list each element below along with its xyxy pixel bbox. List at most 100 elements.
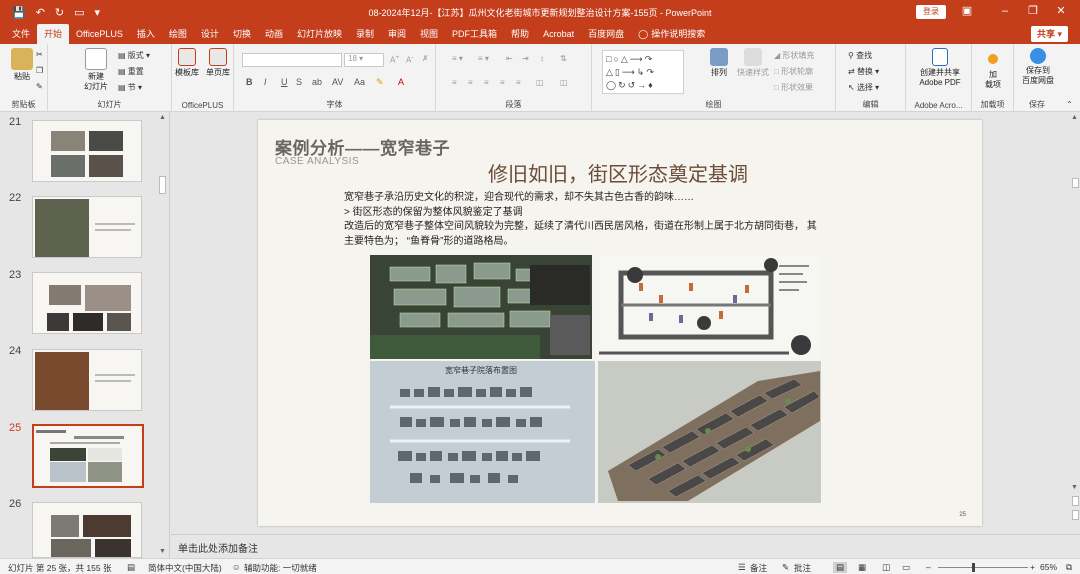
italic-icon[interactable]: I [264,77,267,87]
cut-icon[interactable]: ✂ [36,50,43,59]
slide-subtitle[interactable]: CASE ANALYSIS [275,156,359,167]
zoom-out-icon[interactable]: – [926,562,931,572]
columns-icon[interactable]: ◫ [536,78,544,87]
font-size-select[interactable]: 18 ▾ [344,53,384,67]
street-plan-diagram[interactable] [599,255,821,359]
decrease-indent-icon[interactable]: ⇤ [506,54,513,63]
tab-insert[interactable]: 插入 [130,24,162,44]
strikethrough-icon[interactable]: ab [312,77,322,87]
accessibility-status[interactable]: 辅助功能: 一切就绪 [244,562,317,574]
clear-format-icon[interactable]: ✗ [422,54,429,63]
slide-thumbnail-26[interactable] [32,502,142,558]
justify-icon[interactable]: ≡ [500,78,505,87]
layout-button[interactable]: ▤ 版式 ▾ [118,50,150,61]
notes-toggle[interactable]: 备注 [750,562,767,574]
minimize-icon[interactable]: – [990,0,1020,24]
slide-thumbnail-23[interactable] [32,272,142,334]
editor-scroll-thumb[interactable] [1072,178,1079,188]
editor-scroll-down-icon[interactable]: ▼ [1071,484,1078,491]
aerial-plan-image[interactable] [370,255,592,359]
zoom-slider[interactable] [938,567,1028,568]
tab-pdf-toolbox[interactable]: PDF工具箱 [445,24,504,44]
line-spacing-icon[interactable]: ↕ [540,54,544,63]
reading-view-icon[interactable]: ◫ [882,562,890,573]
tab-transitions[interactable]: 切换 [226,24,258,44]
zoom-slider-thumb[interactable] [972,563,975,572]
tab-officeplus[interactable]: OfficePLUS [69,24,130,44]
comments-toggle[interactable]: 批注 [794,562,811,574]
shapes-gallery[interactable]: □○△⟶↷ △▯⟶↳↷ ◯↻↺→♦ [602,50,684,94]
close-icon[interactable]: ✕ [1046,0,1076,24]
distributed-icon[interactable]: ≡ [516,78,521,87]
align-right-icon[interactable]: ≡ [484,78,489,87]
shape-outline-button[interactable]: □ 形状轮廓 [774,66,813,77]
notes-icon[interactable]: ☰ [738,562,746,573]
bold-icon[interactable]: B [246,77,253,87]
slide-body-line[interactable]: 主要特色为； “鱼脊骨”形的道路格局。 [344,232,513,247]
char-spacing-icon[interactable]: AV [332,77,343,87]
copy-icon[interactable]: ❐ [36,66,43,75]
collapse-ribbon-icon[interactable]: ⌃ [1066,100,1073,109]
bullets-icon[interactable]: ≡ ▾ [452,54,463,63]
customize-qat-icon[interactable]: ▾ [95,6,101,19]
fit-to-window-icon[interactable]: ⧉ [1066,562,1072,573]
select-button[interactable]: ↖ 选择 ▾ [848,82,879,93]
normal-view-icon[interactable]: ▤ [833,562,848,573]
numbering-icon[interactable]: ≡ ▾ [478,54,489,63]
tab-home[interactable]: 开始 [37,24,70,44]
save-to-netdisk-button[interactable]: 保存到 百度网盘 [1018,48,1058,86]
slideshow-icon[interactable]: ▭ [74,6,84,19]
editor-scrollbar[interactable]: ▲ ▼ [1070,112,1080,534]
tab-animations[interactable]: 动画 [258,24,290,44]
decrease-font-icon[interactable]: A- [406,54,414,65]
tab-design[interactable]: 设计 [194,24,226,44]
slide-heading[interactable]: 修旧如旧，街区形态奠定基调 [488,158,748,187]
language-indicator[interactable]: 简体中文(中国大陆) [148,562,222,574]
slide-thumbnail-25[interactable] [32,424,144,488]
save-icon[interactable]: 💾 [12,6,26,19]
font-color-icon[interactable]: A [398,77,404,87]
previous-slide-button[interactable] [1072,496,1079,506]
tab-baidu-netdisk[interactable]: 百度网盘 [581,24,631,44]
editor-scroll-up-icon[interactable]: ▲ [1071,114,1078,121]
undo-icon[interactable]: ↶ [36,6,45,19]
redo-icon[interactable]: ↻ [55,6,64,19]
new-slide-button[interactable]: 新建 幻灯片 [78,48,114,92]
comments-icon[interactable]: ✎ [782,562,789,573]
align-left-icon[interactable]: ≡ [452,78,457,87]
section-button[interactable]: ▤ 节 ▾ [118,82,142,93]
scroll-down-icon[interactable]: ▼ [159,548,166,555]
paste-button[interactable]: 粘贴 [4,48,40,82]
tab-review[interactable]: 审阅 [381,24,413,44]
tab-view[interactable]: 视图 [413,24,445,44]
template-library-button[interactable]: 模板库 [172,48,202,78]
highlight-icon[interactable]: ✎ [376,77,384,88]
shape-effects-button[interactable]: □ 形状效果 [774,82,813,93]
spell-check-icon[interactable]: ▤ [127,562,135,573]
login-button[interactable]: 登录 [916,5,946,19]
share-button[interactable]: 共享 ▾ [1030,26,1068,42]
shadow-icon[interactable]: S [296,77,302,87]
zoom-level[interactable]: 65% [1040,562,1057,572]
format-painter-icon[interactable]: ✎ [36,82,43,91]
next-slide-button[interactable] [1072,510,1079,520]
slide-sorter-icon[interactable]: ▦ [858,562,866,573]
find-button[interactable]: ⚲ 查找 [848,50,872,61]
tab-help[interactable]: 帮助 [504,24,536,44]
quick-styles-button[interactable]: 快速样式 [734,48,772,78]
ribbon-display-icon[interactable]: ▣ [952,0,982,24]
tell-me-search[interactable]: ◯ 操作说明搜索 [631,24,712,44]
increase-font-icon[interactable]: A+ [390,54,399,65]
tab-slideshow[interactable]: 幻灯片放映 [290,24,349,44]
tab-record[interactable]: 录制 [349,24,381,44]
tab-acrobat[interactable]: Acrobat [536,24,581,44]
align-center-icon[interactable]: ≡ [468,78,473,87]
slide-thumbnail-22[interactable] [32,196,142,258]
thumbnail-scroll-thumb[interactable] [159,176,166,194]
single-page-library-button[interactable]: 单页库 [202,48,234,78]
slide-thumbnail-24[interactable] [32,349,142,411]
replace-button[interactable]: ⇄ 替换 ▾ [848,66,879,77]
arrange-button[interactable]: 排列 [704,48,734,78]
scroll-up-icon[interactable]: ▲ [159,114,166,121]
change-case-icon[interactable]: Aa [354,77,365,87]
